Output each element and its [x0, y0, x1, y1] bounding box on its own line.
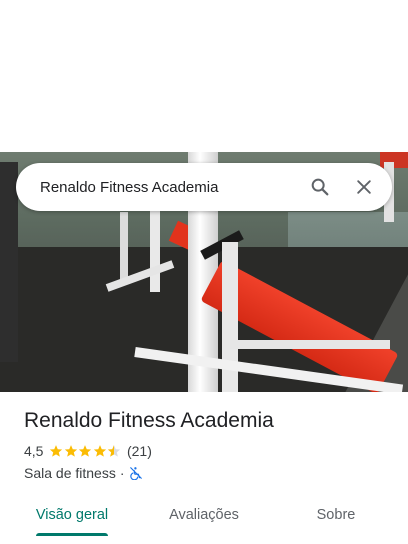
- place-category: Sala de fitness: [24, 465, 116, 481]
- rating-row[interactable]: 4,5 (21): [24, 443, 152, 459]
- active-tab-indicator: [36, 533, 108, 536]
- star-icon: [50, 445, 63, 457]
- close-button[interactable]: [344, 167, 384, 207]
- place-tabs: Visão geral Avaliações Sobre: [0, 494, 408, 536]
- tab-label: Sobre: [316, 507, 356, 523]
- star-icon: [64, 445, 78, 457]
- separator: ·: [119, 465, 125, 481]
- tab-label: Avaliações: [169, 507, 239, 523]
- rating-stars: [49, 444, 122, 458]
- place-title: Renaldo Fitness Academia: [24, 409, 274, 432]
- search-bar[interactable]: Renaldo Fitness Academia: [16, 163, 392, 211]
- photo-pillar: [0, 162, 18, 362]
- half-star-icon: [108, 445, 121, 457]
- map-top-area: [0, 0, 408, 152]
- photo-frame: [120, 212, 128, 282]
- tab-about[interactable]: Sobre: [264, 494, 408, 536]
- tab-label: Visão geral: [35, 507, 109, 523]
- search-button[interactable]: [300, 167, 340, 207]
- star-icon: [93, 445, 107, 457]
- close-icon: [357, 180, 371, 194]
- tab-overview[interactable]: Visão geral: [0, 494, 144, 536]
- review-count[interactable]: (21): [127, 443, 152, 459]
- search-input[interactable]: Renaldo Fitness Academia: [40, 179, 300, 196]
- category-row: Sala de fitness ·: [24, 465, 143, 481]
- tab-reviews[interactable]: Avaliações: [144, 494, 264, 536]
- search-icon: [311, 178, 329, 196]
- photo-base: [230, 340, 390, 349]
- not-accessible-icon: [129, 467, 142, 480]
- rating-value: 4,5: [24, 443, 44, 459]
- star-icon: [79, 445, 92, 457]
